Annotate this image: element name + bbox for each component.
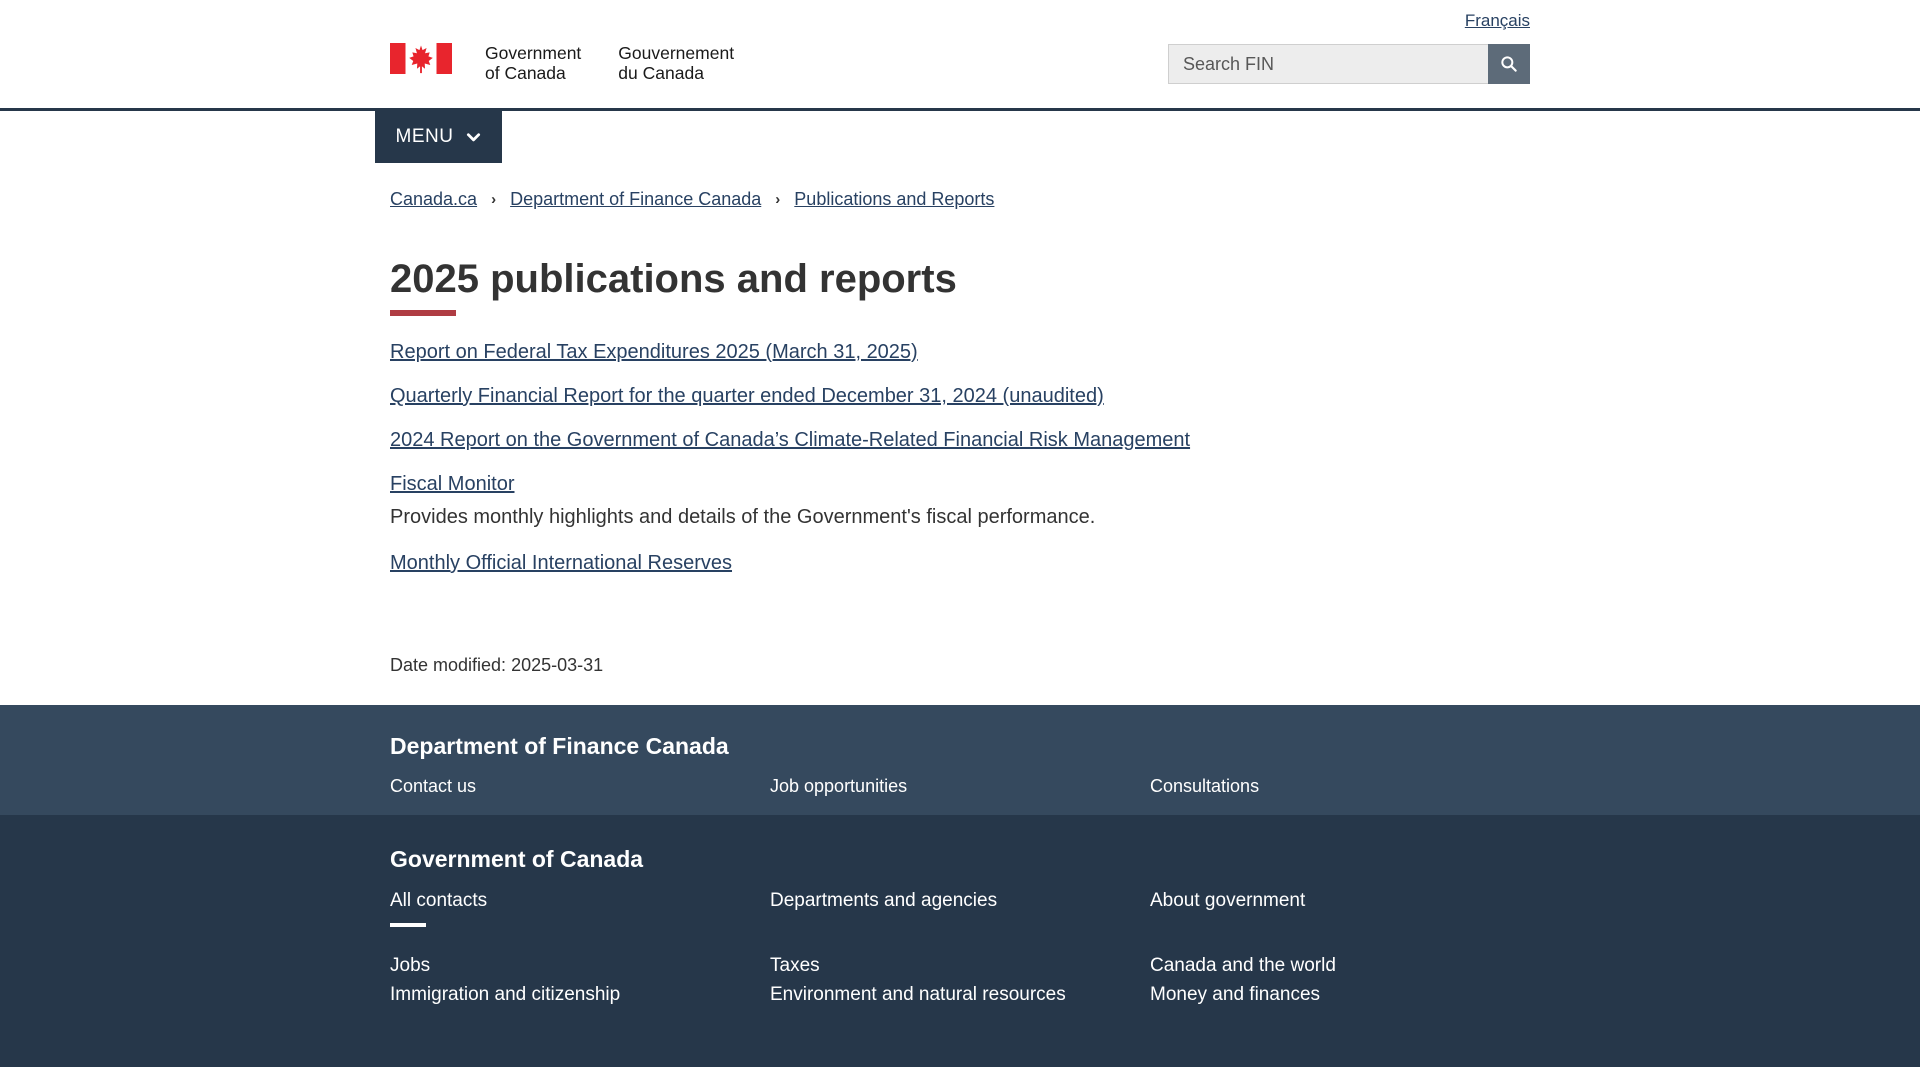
chevron-down-icon [466, 130, 481, 145]
footer-link-departments-and-agencies[interactable]: Departments and agencies [770, 890, 1150, 912]
header-right: Français [1168, 0, 1530, 108]
title-accent-bar [390, 310, 456, 316]
footer-link-job-opportunities[interactable]: Job opportunities [770, 776, 1150, 797]
canada-flag-icon [390, 42, 452, 75]
search-icon [1499, 54, 1519, 74]
footer-contextual-title: Department of Finance Canada [390, 733, 1530, 759]
breadcrumb-link-department-of-finance[interactable]: Department of Finance Canada [510, 189, 761, 209]
language-toggle-link[interactable]: Français [1465, 11, 1530, 31]
fiscal-monitor-description: Provides monthly highlights and details … [390, 504, 1530, 531]
footer-link-contact-us[interactable]: Contact us [390, 776, 770, 797]
footer-contextual-band: Department of Finance Canada Contact us … [0, 705, 1920, 815]
footer-link-immigration-and-citizenship[interactable]: Immigration and citizenship [390, 983, 770, 1007]
wordmark-french: Gouvernement du Canada [618, 43, 734, 83]
breadcrumb-link-canada-ca[interactable]: Canada.ca [390, 189, 477, 209]
footer-link-consultations[interactable]: Consultations [1150, 776, 1530, 797]
footer-link-money-and-finances[interactable]: Money and finances [1150, 983, 1530, 1007]
breadcrumb-separator-icon: › [491, 191, 496, 208]
link-quarterly-financial-report[interactable]: Quarterly Financial Report for the quart… [390, 385, 1104, 407]
wordmark-english: Government of Canada [485, 43, 581, 83]
date-modified: Date modified: 2025-03-31 [390, 655, 1530, 676]
search-button[interactable] [1488, 44, 1530, 84]
menu-button[interactable]: MENU [375, 111, 502, 163]
footer-main-band: Government of Canada All contacts Depart… [0, 815, 1920, 1067]
footer-link-jobs[interactable]: Jobs [390, 955, 770, 977]
link-climate-risk-report[interactable]: 2024 Report on the Government of Canada’… [390, 429, 1190, 451]
footer-link-taxes[interactable]: Taxes [770, 955, 1150, 977]
date-modified-label: Date modified: [390, 655, 506, 675]
breadcrumb: Canada.ca › Department of Finance Canada… [390, 189, 1530, 210]
government-of-canada-signature[interactable]: Government of Canada Gouvernement du Can… [390, 42, 734, 108]
footer-link-environment-and-natural-resources[interactable]: Environment and natural resources [770, 983, 1150, 1007]
link-monthly-international-reserves[interactable]: Monthly Official International Reserves [390, 552, 732, 574]
main-content: 2025 publications and reports Report on … [390, 256, 1530, 676]
site-header: Government of Canada Gouvernement du Can… [0, 0, 1920, 108]
breadcrumb-link-publications-and-reports[interactable]: Publications and Reports [794, 189, 994, 209]
search-box [1168, 44, 1530, 84]
main-menu-bar: MENU [0, 108, 1920, 163]
page-title: 2025 publications and reports [390, 256, 1530, 302]
footer-link-canada-and-the-world[interactable]: Canada and the world [1150, 955, 1530, 977]
footer-link-all-contacts[interactable]: All contacts [390, 890, 770, 912]
publication-links: Report on Federal Tax Expenditures 2025 … [390, 339, 1530, 577]
link-fiscal-monitor[interactable]: Fiscal Monitor [390, 473, 514, 495]
footer-link-about-government[interactable]: About government [1150, 890, 1530, 912]
site-footer: Department of Finance Canada Contact us … [0, 705, 1920, 1067]
breadcrumb-separator-icon: › [775, 191, 780, 208]
footer-divider [390, 923, 426, 927]
menu-button-label: MENU [396, 126, 454, 148]
wordmark: Government of Canada Gouvernement du Can… [485, 43, 734, 83]
link-federal-tax-expenditures[interactable]: Report on Federal Tax Expenditures 2025 … [390, 341, 918, 363]
footer-main-title: Government of Canada [390, 845, 1530, 873]
date-modified-value: 2025-03-31 [511, 655, 603, 675]
search-input[interactable] [1168, 44, 1488, 84]
